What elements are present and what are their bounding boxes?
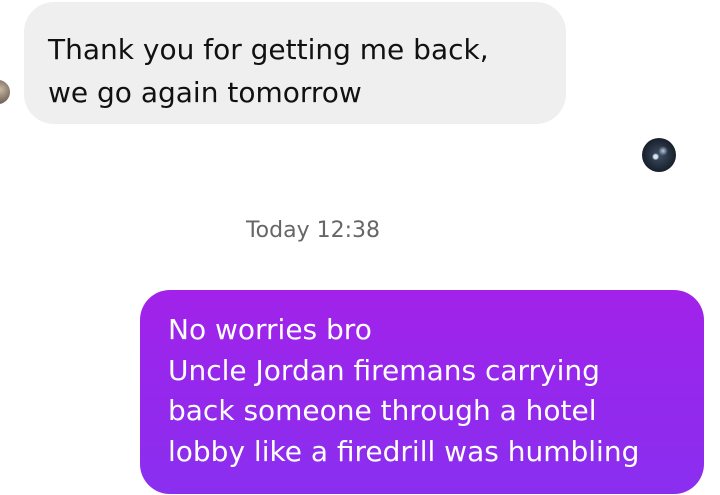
read-receipt-avatar — [642, 138, 676, 172]
received-message-line: we go again tomorrow — [48, 76, 362, 109]
sent-message-line: Uncle Jordan firemans carrying — [168, 353, 600, 387]
received-message-bubble[interactable]: Thank you for getting me back, we go aga… — [24, 2, 566, 124]
sender-avatar[interactable] — [0, 80, 10, 104]
message-timestamp: Today 12:38 — [245, 218, 381, 243]
sent-message-line: back someone through a hotel — [168, 394, 597, 427]
received-message-line: Thank you for getting me back, — [48, 33, 489, 66]
sent-message-line: lobby like a firedrill was humbling — [168, 434, 640, 468]
chat-thread: Thank you for getting me back, we go aga… — [0, 0, 720, 495]
sent-message-line: No worries bro — [168, 313, 372, 346]
sent-message-bubble[interactable]: No worries bro Uncle Jordan firemans car… — [140, 290, 704, 494]
